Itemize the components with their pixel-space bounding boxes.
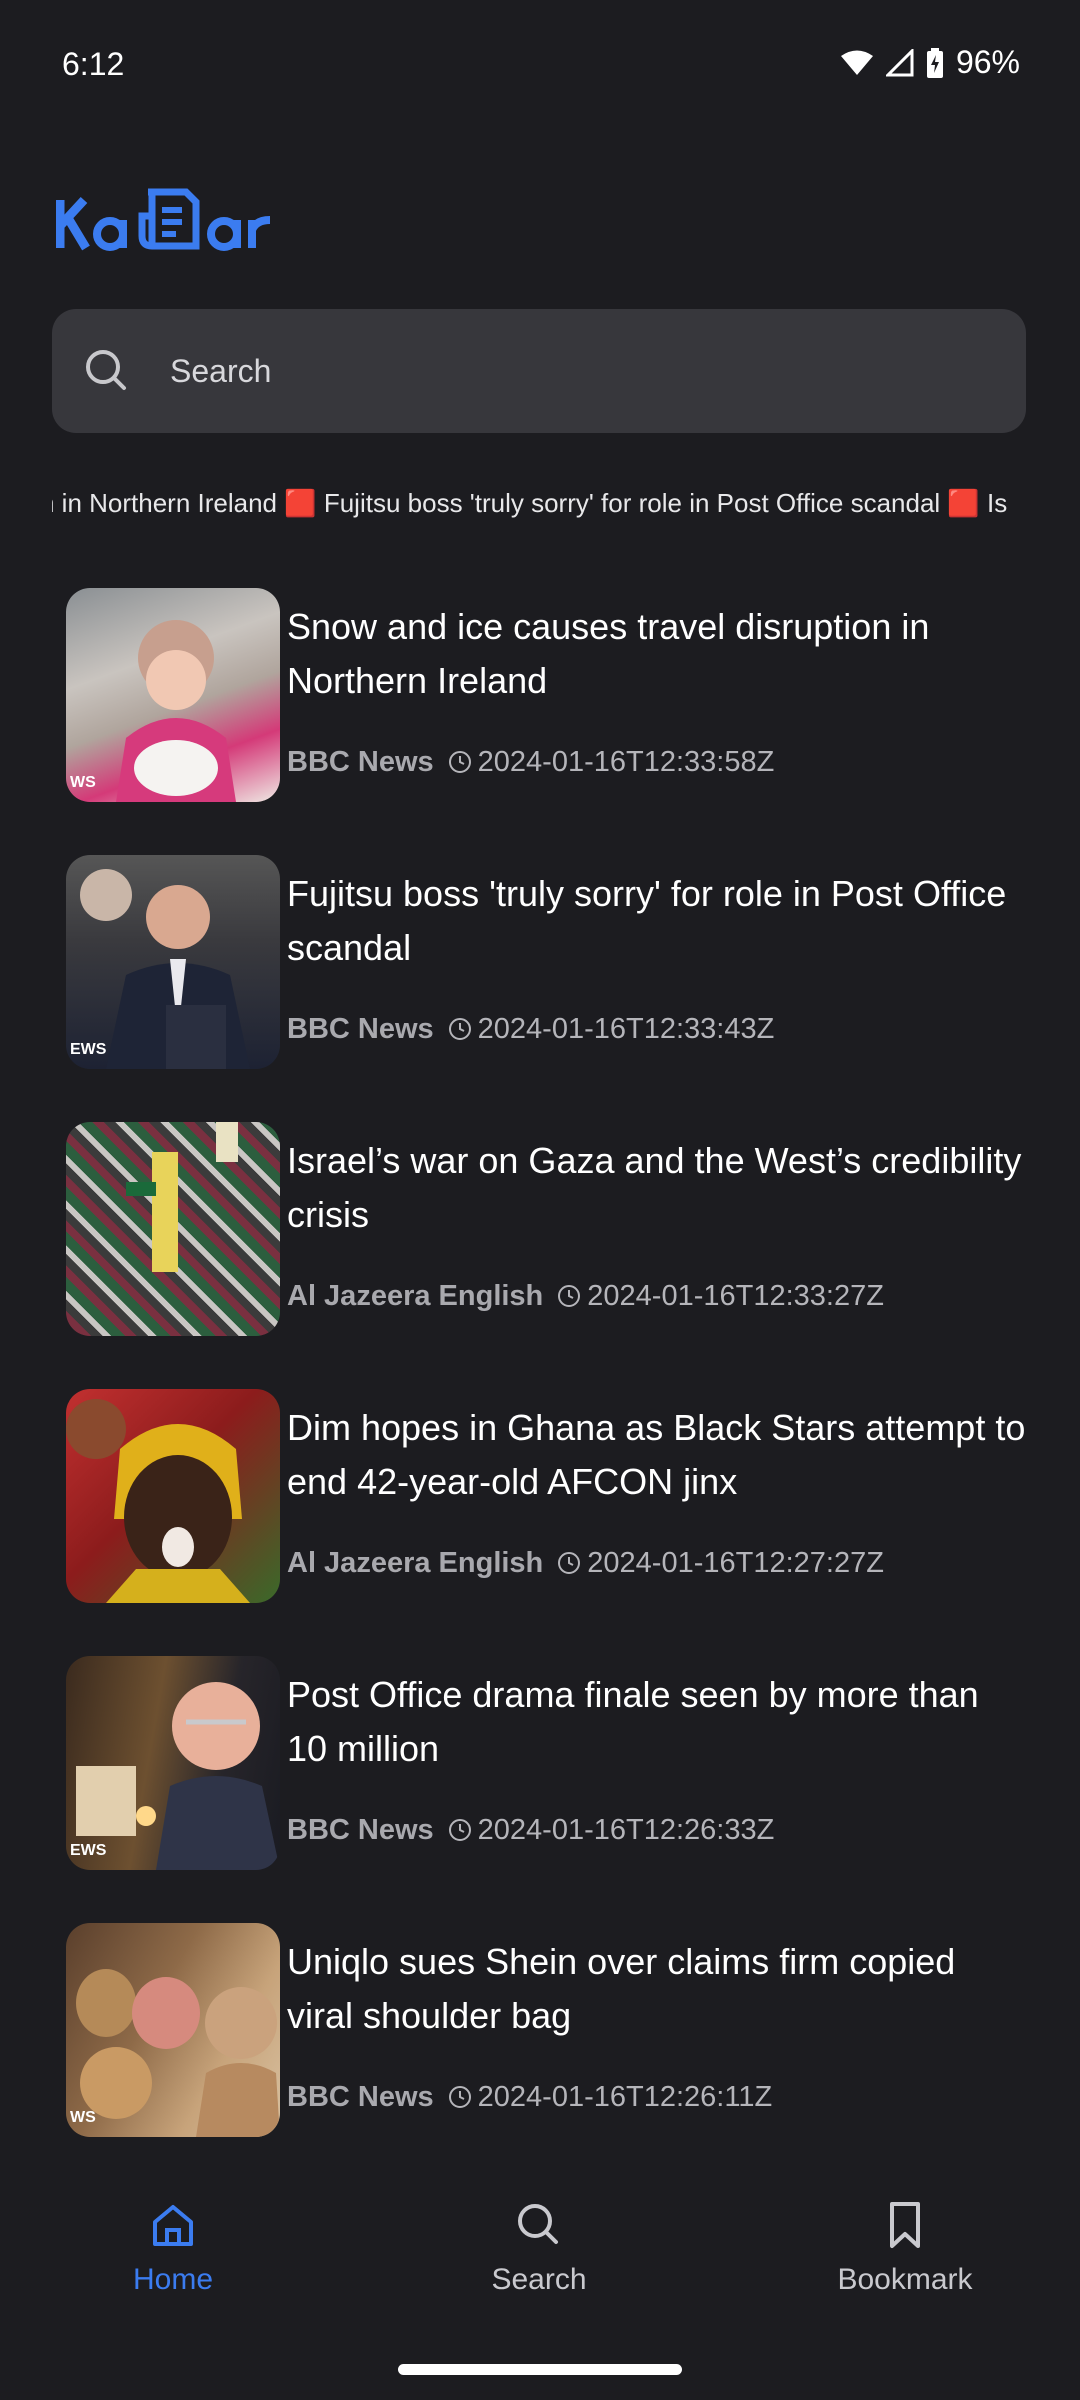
news-source: Al Jazeera English — [287, 1279, 544, 1312]
status-bar: 6:12 96% — [0, 0, 1080, 130]
news-date: 2024-01-16T12:26:33Z — [477, 1813, 775, 1846]
thumbnail-image — [76, 1969, 280, 2137]
thumbnail-image — [76, 1682, 280, 1870]
news-date: 2024-01-16T12:33:43Z — [477, 1012, 775, 1045]
status-icons: 96% — [840, 44, 1020, 81]
news-date: 2024-01-16T12:26:11Z — [477, 2080, 773, 2113]
news-meta: Al Jazeera English 2024-01-16T12:33:27Z — [287, 1276, 884, 1316]
news-item[interactable]: WS Snow and ice causes travel disruption… — [66, 588, 1046, 802]
news-title: Snow and ice causes travel disruption in… — [287, 606, 930, 701]
nav-home-label: Home — [132, 2263, 214, 2296]
clock-icon — [558, 1285, 581, 1307]
news-title: Post Office drama finale seen by more th… — [287, 1674, 979, 1769]
nav-search-label: Search — [491, 2263, 587, 2296]
news-source: BBC News — [287, 1012, 434, 1045]
news-source: BBC News — [287, 745, 434, 778]
wifi-icon — [840, 50, 873, 75]
news-meta: BBC News 2024-01-16T12:33:43Z — [287, 1009, 774, 1049]
gesture-home-indicator[interactable] — [398, 2364, 682, 2375]
news-item[interactable]: WS Uniqlo sues Shein over claims firm co… — [66, 1923, 1046, 2137]
news-date: 2024-01-16T12:33:58Z — [477, 745, 775, 778]
news-title: Fujitsu boss 'truly sorry' for role in P… — [287, 873, 1007, 968]
search-placeholder: Search — [170, 352, 272, 389]
search-icon — [86, 350, 126, 390]
cellular-signal-icon — [885, 48, 914, 76]
nav-bookmark[interactable]: Bookmark — [785, 2200, 1025, 2297]
status-time: 6:12 — [62, 46, 125, 82]
news-title: Israel’s war on Gaza and the West’s cred… — [287, 1140, 1022, 1235]
news-meta: BBC News 2024-01-16T12:26:33Z — [287, 1810, 774, 1850]
home-icon — [153, 2205, 193, 2246]
battery-charging-icon — [926, 47, 943, 78]
news-thumbnail: WS — [66, 1923, 280, 2137]
news-item[interactable]: Israel’s war on Gaza and the West’s cred… — [66, 1122, 1046, 1336]
news-item[interactable]: EWS Post Office drama finale seen by mor… — [66, 1656, 1046, 1870]
bookmark-icon — [890, 2202, 920, 2248]
news-thumbnail: EWS — [66, 855, 280, 1069]
nav-home[interactable]: Home — [53, 2200, 293, 2297]
clock-icon — [558, 1552, 581, 1574]
nav-search[interactable]: Search — [419, 2200, 659, 2297]
clock-icon — [448, 751, 471, 773]
news-thumbnail — [66, 1122, 280, 1336]
news-title: Dim hopes in Ghana as Black Stars attemp… — [287, 1407, 1026, 1502]
clock-icon — [448, 1018, 471, 1040]
news-meta: BBC News 2024-01-16T12:26:11Z — [287, 2077, 772, 2117]
news-ticker[interactable]: n in Northern Ireland 🟥 Fujitsu boss 'tr… — [52, 486, 1080, 530]
logo-graphic — [56, 188, 271, 251]
thumbnail-tag: EWS — [70, 1842, 107, 1859]
news-date: 2024-01-16T12:27:27Z — [587, 1546, 884, 1579]
app-logo — [56, 186, 278, 260]
thumbnail-image — [66, 1399, 250, 1603]
clock-icon — [448, 2086, 471, 2108]
thumbnail-tag: WS — [70, 2109, 96, 2126]
news-meta: Al Jazeera English 2024-01-16T12:27:27Z — [287, 1543, 884, 1583]
news-thumbnail — [66, 1389, 280, 1603]
thumbnail-image — [126, 1122, 238, 1272]
thumbnail-image — [80, 869, 250, 1069]
news-date: 2024-01-16T12:33:27Z — [587, 1279, 884, 1312]
news-item[interactable]: Dim hopes in Ghana as Black Stars attemp… — [66, 1389, 1046, 1603]
nav-bookmark-label: Bookmark — [837, 2263, 973, 2296]
thumbnail-image — [116, 620, 236, 802]
search-bar[interactable]: Search — [52, 309, 1026, 433]
thumbnail-tag: EWS — [70, 1041, 107, 1058]
ticker-text: n in Northern Ireland 🟥 Fujitsu boss 'tr… — [52, 488, 1008, 518]
news-thumbnail: WS — [66, 588, 280, 802]
news-title: Uniqlo sues Shein over claims firm copie… — [287, 1941, 956, 2036]
news-source: Al Jazeera English — [287, 1546, 544, 1579]
search-icon — [518, 2204, 558, 2244]
news-meta: BBC News 2024-01-16T12:33:58Z — [287, 742, 774, 782]
bottom-navigation: Home Search Bookmark — [0, 2160, 1080, 2360]
news-thumbnail: EWS — [66, 1656, 280, 1870]
news-item[interactable]: EWS Fujitsu boss 'truly sorry' for role … — [66, 855, 1046, 1069]
news-source: BBC News — [287, 2080, 434, 2113]
battery-percent: 96% — [955, 44, 1020, 80]
thumbnail-tag: WS — [70, 774, 96, 791]
news-source: BBC News — [287, 1813, 434, 1846]
clock-icon — [448, 1819, 471, 1841]
